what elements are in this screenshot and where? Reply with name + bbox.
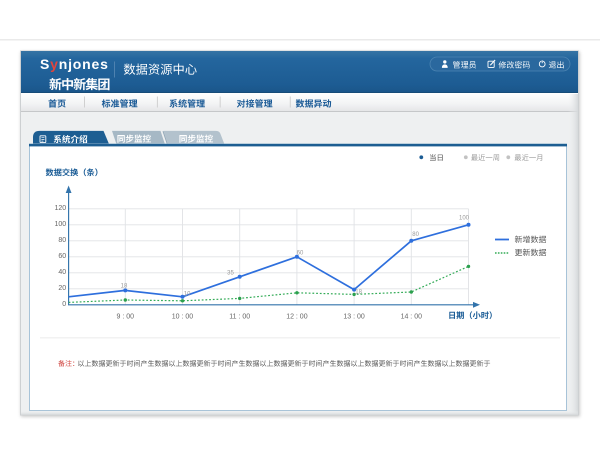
svg-text:11 : 00: 11 : 00 <box>229 314 250 321</box>
svg-text:35: 35 <box>227 271 234 277</box>
svg-text:60: 60 <box>297 250 304 256</box>
svg-text:80: 80 <box>58 237 66 244</box>
svg-text:10 : 00: 10 : 00 <box>172 314 194 321</box>
svg-text:0: 0 <box>62 301 66 308</box>
svg-text:100: 100 <box>459 215 470 221</box>
svg-text:9 : 00: 9 : 00 <box>117 314 135 321</box>
svg-text:18: 18 <box>355 290 362 296</box>
svg-text:Synjones: Synjones <box>40 56 109 72</box>
svg-text:14 : 00: 14 : 00 <box>401 314 423 321</box>
svg-text:13 : 00: 13 : 00 <box>343 314 365 321</box>
svg-text:100: 100 <box>55 221 67 228</box>
svg-text:40: 40 <box>58 269 66 276</box>
svg-text:80: 80 <box>412 232 419 238</box>
svg-text:120: 120 <box>55 205 67 212</box>
svg-text:10: 10 <box>184 291 191 297</box>
svg-text:60: 60 <box>58 253 66 260</box>
svg-text:12 : 00: 12 : 00 <box>286 314 308 321</box>
svg-text:18: 18 <box>121 284 128 290</box>
svg-text:20: 20 <box>58 285 66 292</box>
